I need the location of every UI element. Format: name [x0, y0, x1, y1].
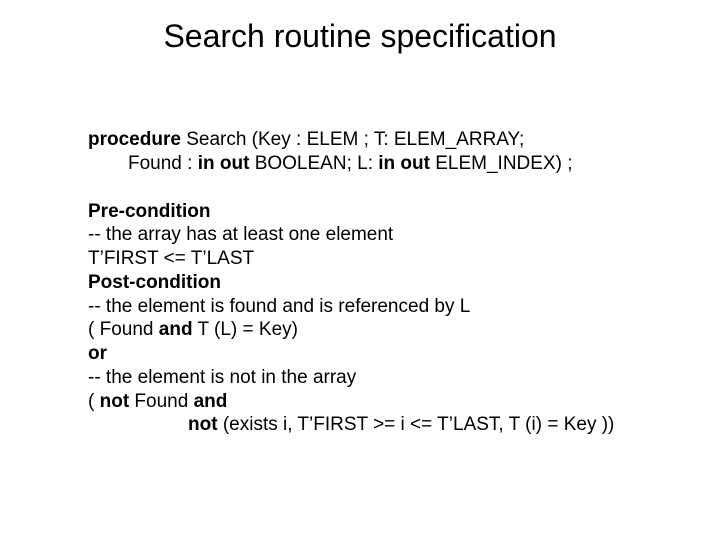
post-condition-comment-1: -- the element is found and is reference…	[88, 295, 688, 319]
post-expr1-b: T (L) = Key)	[193, 319, 298, 340]
post-condition-label-text: Post-condition	[88, 272, 221, 293]
keyword-or: or	[88, 343, 107, 364]
pre-condition-label-text: Pre-condition	[88, 201, 210, 222]
keyword-and-2: and	[194, 391, 228, 412]
pre-condition-expr: T’FIRST <= T’LAST	[88, 247, 688, 271]
post-expr2-c: (exists i, T’FIRST >= i <= T’LAST, T (i)…	[218, 414, 615, 435]
signature-line-2a: Found :	[128, 153, 198, 174]
keyword-or-line: or	[88, 342, 688, 366]
spacer	[88, 176, 688, 200]
pre-condition-comment: -- the array has at least one element	[88, 223, 688, 247]
post-condition-expr-2b: not (exists i, T’FIRST >= i <= T’LAST, T…	[88, 413, 688, 437]
keyword-in-out-1: in out	[198, 153, 250, 174]
keyword-and-1: and	[159, 319, 193, 340]
post-expr1-a: ( Found	[88, 319, 159, 340]
post-condition-expr-2a: ( not Found and	[88, 390, 688, 414]
post-expr2-b: Found	[129, 391, 193, 412]
procedure-line-1: procedure Search (Key : ELEM ; T: ELEM_A…	[88, 128, 688, 152]
signature-line-2c: ELEM_INDEX) ;	[430, 153, 573, 174]
post-condition-label: Post-condition	[88, 271, 688, 295]
post-expr2-a: (	[88, 391, 100, 412]
slide-title: Search routine specification	[0, 18, 720, 55]
slide-body: procedure Search (Key : ELEM ; T: ELEM_A…	[88, 128, 688, 437]
pre-condition-label: Pre-condition	[88, 200, 688, 224]
keyword-procedure: procedure	[88, 129, 181, 150]
post-condition-expr-1: ( Found and T (L) = Key)	[88, 318, 688, 342]
slide: Search routine specification procedure S…	[0, 0, 720, 540]
procedure-line-2: Found : in out BOOLEAN; L: in out ELEM_I…	[88, 152, 688, 176]
keyword-not-2: not	[188, 414, 218, 435]
post-condition-comment-2: -- the element is not in the array	[88, 366, 688, 390]
keyword-in-out-2: in out	[378, 153, 430, 174]
signature-line-2b: BOOLEAN; L:	[249, 153, 378, 174]
keyword-not-1: not	[100, 391, 130, 412]
signature-line-1: Search (Key : ELEM ; T: ELEM_ARRAY;	[181, 129, 524, 150]
